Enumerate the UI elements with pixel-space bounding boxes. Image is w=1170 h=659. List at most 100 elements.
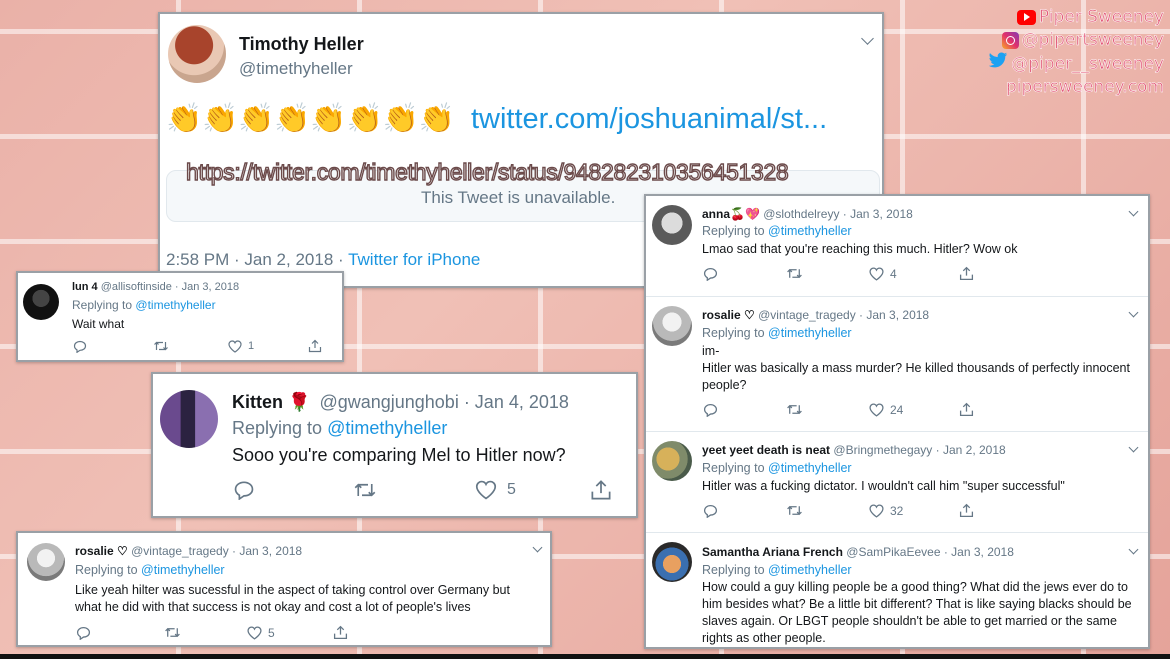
heart-icon bbox=[247, 625, 262, 640]
reply-text-line-4: rights as other people. bbox=[702, 631, 826, 645]
replying-to: Replying to @timethyheller bbox=[702, 461, 852, 475]
heart-icon bbox=[869, 503, 884, 518]
chevron-down-icon[interactable] bbox=[532, 542, 543, 553]
replying-to-link[interactable]: @timethyheller bbox=[768, 326, 852, 340]
avatar[interactable] bbox=[23, 284, 59, 320]
like-count: 4 bbox=[890, 266, 897, 281]
chevron-down-icon[interactable] bbox=[1128, 307, 1139, 318]
author-name[interactable]: anna🍒💖 bbox=[702, 207, 760, 221]
replying-to: Replying to @timethyheller bbox=[75, 563, 225, 577]
retweet-icon[interactable] bbox=[786, 504, 803, 517]
reply-thread-right: anna🍒💖 @slothdelreyy · Jan 3, 2018 Reply… bbox=[644, 194, 1150, 649]
reply-icon[interactable] bbox=[703, 267, 718, 281]
author-handle[interactable]: @SamPikaEevee · Jan 3, 2018 bbox=[846, 545, 1014, 559]
like-button[interactable]: 4 bbox=[869, 267, 897, 281]
author-name[interactable]: rosalie ♡ bbox=[75, 544, 128, 558]
timestamp-text[interactable]: 2:58 PM · Jan 2, 2018 · bbox=[166, 250, 348, 269]
replying-label: Replying to bbox=[702, 563, 765, 577]
retweet-icon[interactable] bbox=[786, 403, 803, 416]
avatar[interactable] bbox=[652, 441, 692, 481]
bottom-strip bbox=[0, 654, 1170, 659]
author-handle[interactable]: @Bringmethegayy · Jan 2, 2018 bbox=[833, 443, 1005, 457]
action-bar: 1 bbox=[73, 339, 322, 353]
tweet-body: 👏👏👏👏👏👏👏👏 twitter.com/joshuanimal/st... bbox=[166, 102, 827, 136]
avatar[interactable] bbox=[168, 25, 226, 83]
replying-label: Replying to bbox=[72, 298, 133, 312]
like-count: 5 bbox=[507, 481, 516, 498]
heart-icon bbox=[228, 339, 242, 353]
author-handle[interactable]: @vintage_tragedy · Jan 3, 2018 bbox=[758, 308, 929, 322]
author-name[interactable]: lun 4 bbox=[72, 281, 98, 293]
retweet-icon[interactable] bbox=[153, 340, 169, 352]
reply-icon[interactable] bbox=[76, 626, 91, 640]
tweet-link[interactable]: twitter.com/joshuanimal/st... bbox=[471, 103, 827, 135]
share-icon[interactable] bbox=[959, 402, 974, 417]
share-icon[interactable] bbox=[959, 266, 974, 281]
reply-text: Hitler was a fucking dictator. I wouldn'… bbox=[702, 479, 1065, 493]
reply-card-kitten: Kitten 🌹 @gwangjunghobi · Jan 4, 2018 Re… bbox=[151, 372, 638, 518]
author-name[interactable]: rosalie ♡ bbox=[702, 308, 755, 322]
reply-text: Sooo you're comparing Mel to Hitler now? bbox=[232, 445, 566, 465]
like-button[interactable]: 24 bbox=[869, 403, 903, 417]
youtube-channel: Piper Sweeney bbox=[1038, 7, 1165, 28]
author-handle[interactable]: @vintage_tragedy · Jan 3, 2018 bbox=[131, 544, 302, 558]
author-name[interactable]: Samantha Ariana French bbox=[702, 545, 843, 559]
replying-to-link[interactable]: @timethyheller bbox=[768, 224, 852, 238]
heart-icon bbox=[869, 266, 884, 281]
share-icon[interactable] bbox=[308, 339, 322, 353]
replying-label: Replying to bbox=[702, 461, 765, 475]
website: pipersweeney.com bbox=[1005, 77, 1165, 98]
author-handle[interactable]: @allisoftinside · Jan 3, 2018 bbox=[101, 281, 239, 293]
avatar[interactable] bbox=[652, 542, 692, 582]
author-handle[interactable]: @slothdelreyy · Jan 3, 2018 bbox=[763, 207, 913, 221]
replying-to-link[interactable]: @timethyheller bbox=[135, 298, 215, 312]
replying-label: Replying to bbox=[702, 326, 765, 340]
share-icon[interactable] bbox=[959, 503, 974, 518]
like-button[interactable]: 1 bbox=[228, 339, 254, 353]
retweet-icon[interactable] bbox=[353, 481, 377, 499]
like-button[interactable]: 32 bbox=[869, 504, 903, 518]
reply-text-line-3: slaves again. Or LBGT people shouldn't b… bbox=[702, 614, 1117, 628]
watermark: Piper Sweeney @pipertsweeney @piper__swe… bbox=[988, 6, 1164, 99]
chevron-down-icon[interactable] bbox=[1128, 544, 1139, 555]
reply-text: Lmao sad that you're reaching this much.… bbox=[702, 242, 1018, 256]
reply-text-line-2: what he did with that success is not oka… bbox=[75, 600, 471, 614]
client-link[interactable]: Twitter for iPhone bbox=[348, 250, 480, 269]
avatar[interactable] bbox=[652, 306, 692, 346]
avatar[interactable] bbox=[160, 390, 218, 448]
reply-header: Samantha Ariana French @SamPikaEevee · J… bbox=[702, 545, 1014, 559]
like-button[interactable]: 5 bbox=[475, 480, 516, 500]
chevron-down-icon[interactable] bbox=[861, 32, 874, 45]
replying-to-link[interactable]: @timethyheller bbox=[768, 461, 852, 475]
replying-to-link[interactable]: @timethyheller bbox=[327, 418, 447, 438]
avatar[interactable] bbox=[27, 543, 65, 581]
replying-to-link[interactable]: @timethyheller bbox=[141, 563, 225, 577]
reply-header: anna🍒💖 @slothdelreyy · Jan 3, 2018 bbox=[702, 207, 913, 221]
replying-to-link[interactable]: @timethyheller bbox=[768, 563, 852, 577]
author-name[interactable]: Timothy Heller bbox=[239, 34, 364, 55]
reply-card-rosalie-left: rosalie ♡ @vintage_tragedy · Jan 3, 2018… bbox=[16, 531, 552, 647]
unavailable-text: This Tweet is unavailable. bbox=[421, 188, 616, 207]
chevron-down-icon[interactable] bbox=[1128, 206, 1139, 217]
action-bar: 5 bbox=[76, 625, 348, 640]
author-handle[interactable]: @timethyheller bbox=[239, 59, 353, 79]
avatar[interactable] bbox=[652, 205, 692, 245]
author-handle[interactable]: @gwangjunghobi · Jan 4, 2018 bbox=[319, 392, 568, 412]
instagram-icon bbox=[1001, 32, 1019, 49]
share-icon[interactable] bbox=[590, 479, 612, 501]
reply-icon[interactable] bbox=[703, 504, 718, 518]
reply-icon[interactable] bbox=[233, 480, 255, 500]
reply-rosalie-right: rosalie ♡ @vintage_tragedy · Jan 3, 2018… bbox=[646, 297, 1148, 432]
share-icon[interactable] bbox=[333, 625, 348, 640]
like-button[interactable]: 5 bbox=[247, 626, 275, 640]
reply-icon[interactable] bbox=[703, 403, 718, 417]
retweet-icon[interactable] bbox=[786, 267, 803, 280]
youtube-icon bbox=[1016, 10, 1036, 25]
author-name[interactable]: yeet yeet death is neat bbox=[702, 443, 830, 457]
retweet-icon[interactable] bbox=[164, 626, 181, 639]
author-name[interactable]: Kitten 🌹 bbox=[232, 392, 310, 412]
chevron-down-icon[interactable] bbox=[1128, 442, 1139, 453]
reply-icon[interactable] bbox=[73, 340, 87, 353]
replying-to: Replying to @timethyheller bbox=[702, 224, 852, 238]
like-count: 5 bbox=[268, 625, 275, 640]
